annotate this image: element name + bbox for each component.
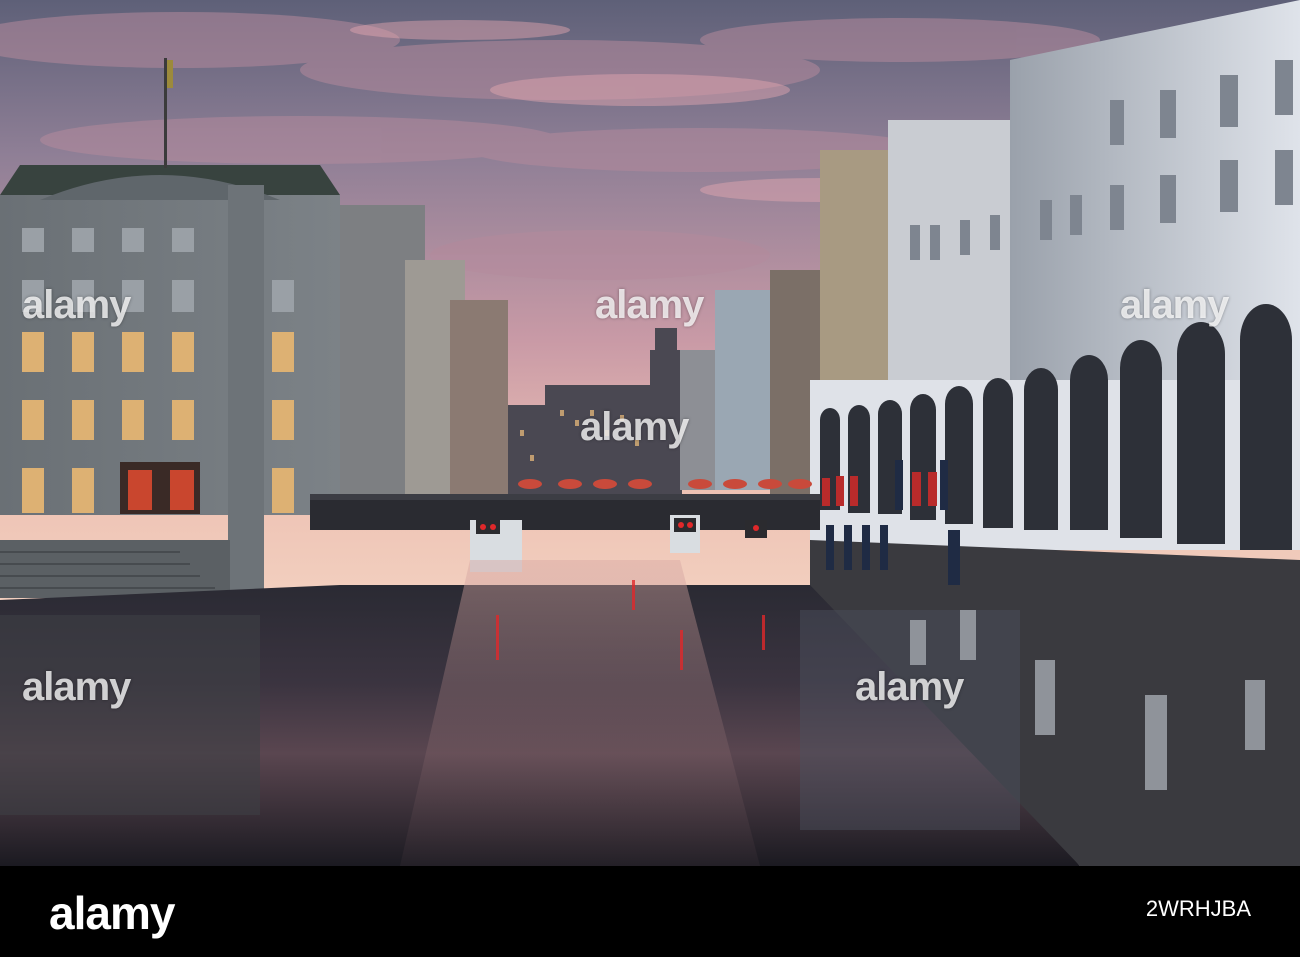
footer-bar: alamy 2WRHJBA [0, 866, 1300, 957]
alamy-logo: alamy [49, 887, 175, 939]
canal-scene-illustration [0, 0, 1300, 866]
photo: alamy alamy alamy alamy alamy alamy [0, 0, 1300, 866]
image-id: 2WRHJBA [1145, 896, 1251, 921]
